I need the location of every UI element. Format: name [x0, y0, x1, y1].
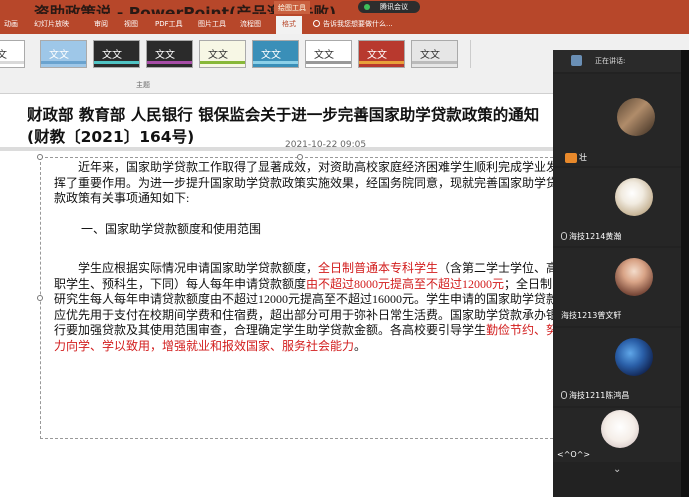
shape-style-accent	[0, 61, 24, 64]
shape-style-option[interactable]: 文文	[411, 40, 458, 68]
participant-name: 海技1213曾文轩	[561, 311, 622, 320]
microphone-icon	[561, 391, 567, 399]
participant-name: 海技1214黄瀚	[561, 231, 621, 242]
shape-style-option[interactable]: 文文	[146, 40, 193, 68]
participant-avatar	[615, 178, 653, 216]
title-bar: 资助政策说 - PowerPoint(产品激活失败) 绘图工具 腾讯会议	[0, 0, 689, 22]
screen: 资助政策说 - PowerPoint(产品激活失败) 绘图工具 腾讯会议 动画 …	[0, 0, 689, 497]
participant-name: 海技1211陈鸿昌	[561, 390, 629, 401]
tab-pdf-tools[interactable]: PDF工具	[155, 19, 183, 29]
tab-animation[interactable]: 动画	[4, 19, 18, 29]
screen-edge	[681, 50, 689, 497]
shape-style-sample-text: 文文	[367, 50, 387, 61]
paragraph-text: 。	[354, 338, 367, 353]
participant-avatar	[615, 338, 653, 376]
shape-style-option[interactable]: 文文	[40, 40, 87, 68]
tab-flowchart[interactable]: 流程图	[240, 19, 261, 29]
ribbon-group-label: 主题	[136, 81, 150, 89]
participant-card[interactable]: 海技1213曾文轩	[553, 248, 689, 326]
participant-name-text: 海技1214黄瀚	[569, 232, 622, 241]
participant-name: <^O^>	[557, 450, 591, 459]
tab-review[interactable]: 审阅	[94, 19, 108, 29]
shape-style-option[interactable]: 文文	[0, 40, 25, 68]
shape-style-sample-text: 文文	[0, 50, 7, 61]
participant-name: 壮	[579, 153, 587, 162]
shape-style-sample-text: 文文	[102, 50, 122, 61]
context-tab-drawing-tools[interactable]: 绘图工具	[274, 1, 310, 14]
speaking-indicator-icon	[565, 153, 577, 163]
participant-name-text: 海技1211陈鸿昌	[569, 391, 630, 400]
shape-style-option[interactable]: 文文	[252, 40, 299, 68]
tell-me-search[interactable]: 告诉我您想要做什么...	[313, 19, 393, 29]
shape-style-sample-text: 文文	[155, 50, 175, 61]
shape-style-accent	[41, 61, 86, 64]
tencent-meeting-indicator[interactable]: 腾讯会议	[358, 1, 420, 13]
chevron-down-icon[interactable]: ⌄	[613, 464, 621, 475]
recording-dot-icon	[364, 4, 370, 10]
highlight-text: 全日制普通本专科学生	[318, 261, 439, 275]
ribbon-tabs: 动画 幻灯片放映 审阅 视图 PDF工具 图片工具 流程图 格式 告诉我您想要做…	[0, 14, 689, 34]
participant-card[interactable]: 海技1214黄瀚	[553, 168, 689, 246]
meeting-participant-panel: 正在讲话: 壮 海技1214黄瀚 海技1213曾文轩 海技1211陈鸿昌 <^O…	[553, 50, 689, 497]
paragraph-loan-amount: 学生应根据实际情况申请国家助学贷款额度，全日制普通本专科学生（含第二学士学位、高…	[54, 261, 559, 354]
shape-style-accent	[306, 61, 351, 64]
tab-slideshow[interactable]: 幻灯片放映	[34, 19, 69, 29]
participant-card[interactable]: 壮	[553, 74, 689, 166]
shape-style-option[interactable]: 文文	[358, 40, 405, 68]
shape-style-sample-text: 文文	[208, 50, 228, 61]
speaking-label: 正在讲话:	[595, 57, 626, 65]
shape-style-sample-text: 文文	[261, 50, 281, 61]
shape-style-accent	[412, 61, 457, 64]
shape-style-option[interactable]: 文文	[305, 40, 352, 68]
tab-format[interactable]: 格式	[276, 16, 302, 34]
shape-style-accent	[200, 61, 245, 64]
participant-card[interactable]: <^O^>	[553, 408, 689, 462]
microphone-icon	[561, 232, 567, 240]
shape-style-accent	[147, 61, 192, 64]
participant-avatar	[601, 410, 639, 448]
paragraph-intro: 近年来，国家助学贷款工作取得了显著成效，对资助高校家庭经济困难学生顺利完成学业发…	[54, 160, 559, 205]
shape-style-accent	[359, 61, 404, 64]
document-date: 2021-10-22 09:05	[285, 140, 367, 150]
lightbulb-icon	[313, 20, 320, 27]
participant-avatar	[615, 258, 653, 296]
shape-style-option[interactable]: 文文	[93, 40, 140, 68]
shape-style-sample-text: 文文	[49, 50, 69, 61]
participant-card[interactable]: 海技1211陈鸿昌	[553, 328, 689, 406]
section-heading: 一、国家助学贷款额度和使用范围	[81, 222, 262, 236]
resize-handle[interactable]	[37, 154, 43, 160]
shape-style-option[interactable]: 文文	[199, 40, 246, 68]
text-box[interactable]: 近年来，国家助学贷款工作取得了显著成效，对资助高校家庭经济困难学生顺利完成学业发…	[37, 154, 559, 439]
tell-me-text: 告诉我您想要做什么...	[323, 20, 393, 28]
speaking-header: 正在讲话:	[553, 50, 689, 72]
speaker-avatar-icon	[571, 55, 582, 66]
highlight-text: 由不超过8000元提高至不超过12000元	[306, 276, 505, 291]
shape-style-accent	[94, 61, 139, 64]
tab-picture-tools[interactable]: 图片工具	[198, 19, 226, 29]
paragraph-text: 学生应根据实际情况申请国家助学贷款额度，	[78, 261, 319, 275]
shape-style-accent	[253, 61, 298, 64]
resize-handle[interactable]	[37, 295, 43, 301]
participant-avatar	[617, 98, 655, 136]
tab-view[interactable]: 视图	[124, 19, 138, 29]
meeting-app-name: 腾讯会议	[380, 3, 408, 11]
ribbon-more-styles[interactable]	[470, 40, 550, 68]
shape-style-sample-text: 文文	[314, 50, 334, 61]
shape-style-sample-text: 文文	[420, 50, 440, 61]
